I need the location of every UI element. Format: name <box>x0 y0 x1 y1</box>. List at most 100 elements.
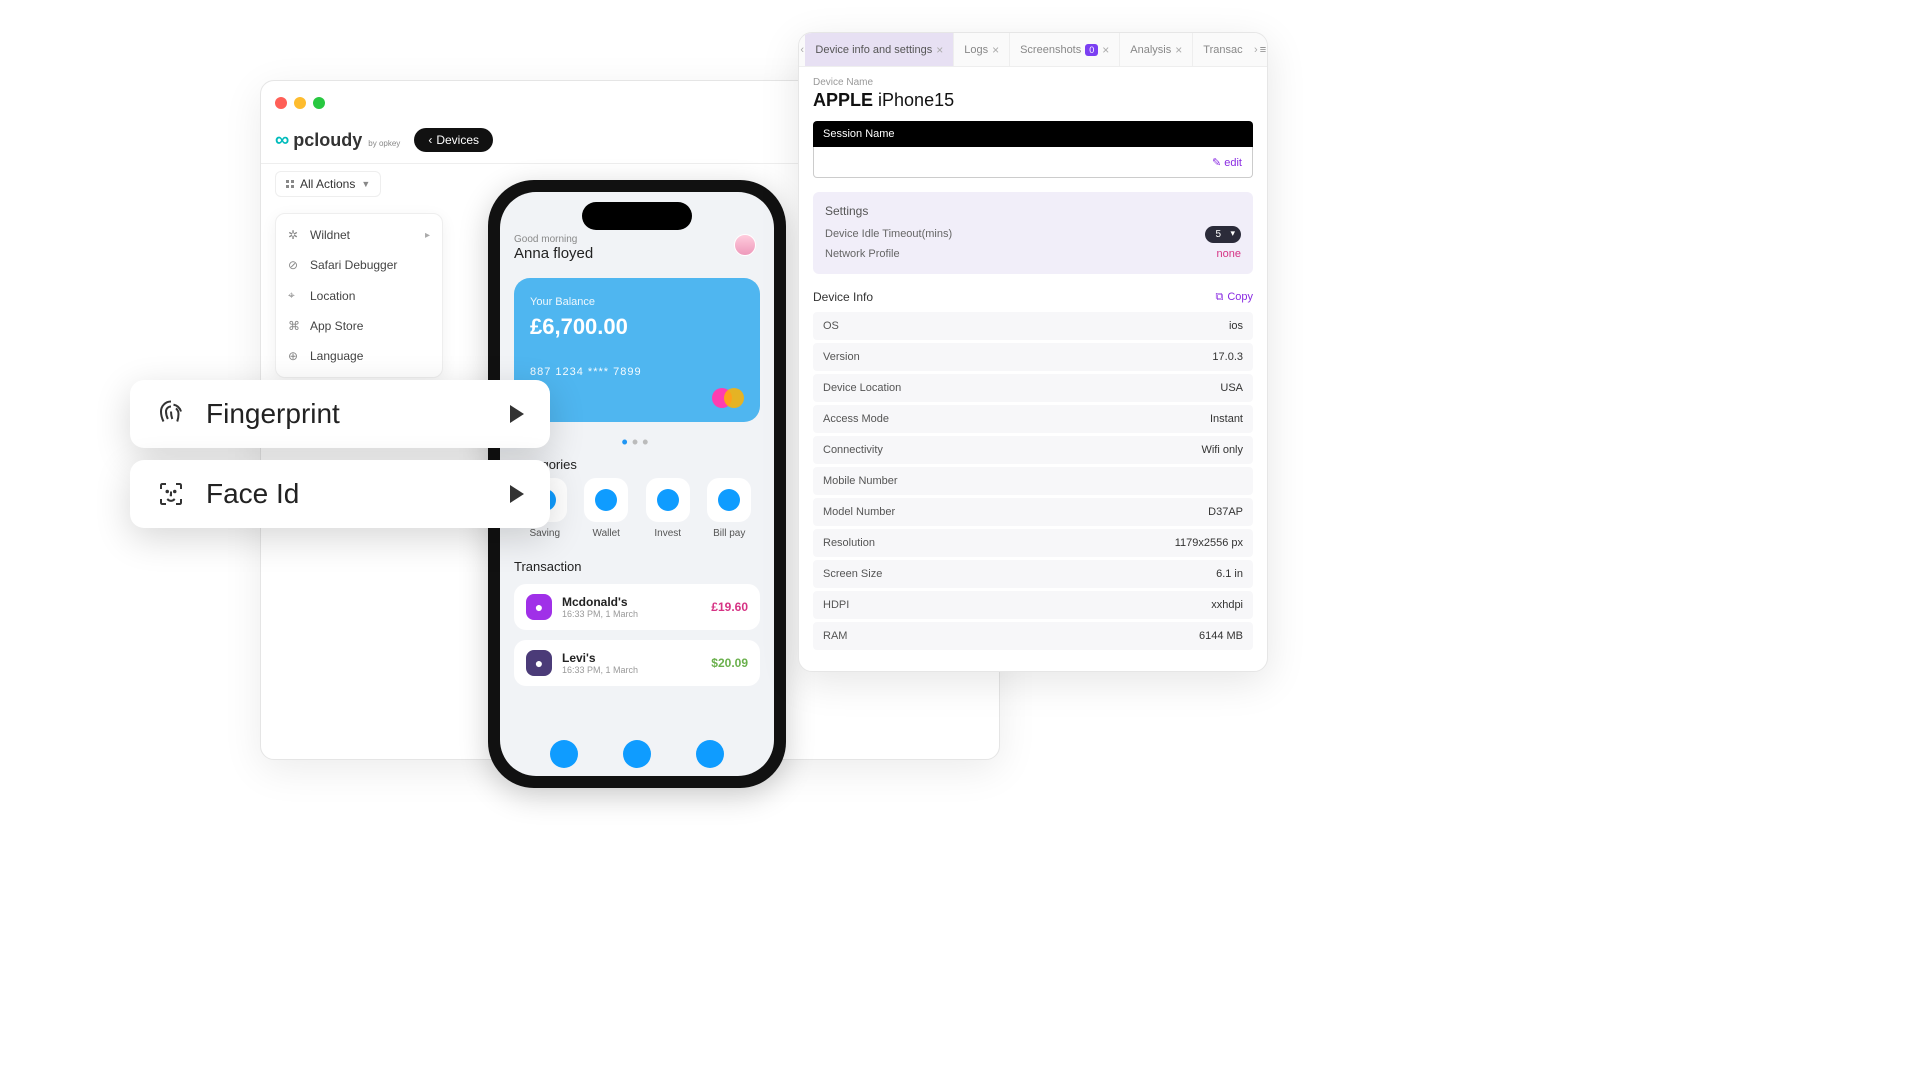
info-value: 6144 MB <box>1199 630 1243 642</box>
quick-action[interactable]: Wallet <box>576 478 638 539</box>
transaction-amount: £19.60 <box>711 600 748 614</box>
setting-label: Network Profile <box>825 248 900 260</box>
action-label: Saving <box>514 528 576 539</box>
copy-icon: ⧉ <box>1215 291 1223 304</box>
balance-value: £6,700.00 <box>530 314 744 340</box>
info-key: Access Mode <box>823 413 889 425</box>
info-value: ios <box>1229 320 1243 332</box>
network-profile-value[interactable]: none <box>1217 248 1241 260</box>
menu-icon: ✲ <box>288 228 302 242</box>
tab-logs[interactable]: Logs × <box>954 33 1010 66</box>
session-name-box: ✎ edit <box>813 147 1253 178</box>
tab-label: Logs <box>964 44 988 56</box>
action-icon <box>584 478 628 522</box>
all-actions-label: All Actions <box>300 177 355 191</box>
info-row: Access ModeInstant <box>813 405 1253 433</box>
chevron-down-icon: ▼ <box>361 179 370 189</box>
menu-icon: ⌖ <box>288 288 302 303</box>
device-name-label: Device Name <box>813 77 1253 88</box>
window-controls <box>275 97 325 109</box>
action-icon <box>707 478 751 522</box>
nav-item[interactable] <box>550 740 578 768</box>
play-icon <box>510 485 524 503</box>
page-indicator[interactable]: ••• <box>514 432 760 453</box>
close-icon[interactable]: × <box>936 43 943 57</box>
tab-transactions[interactable]: Transac <box>1193 33 1252 66</box>
info-row: Resolution1179x2556 px <box>813 529 1253 557</box>
tab-label: Device info and settings <box>815 44 932 56</box>
user-name: Anna floyed <box>514 245 760 262</box>
play-icon <box>510 405 524 423</box>
tab-analysis[interactable]: Analysis × <box>1120 33 1193 66</box>
all-actions-dropdown[interactable]: All Actions ▼ <box>275 171 381 197</box>
info-key: Resolution <box>823 537 875 549</box>
bottom-nav <box>500 740 774 768</box>
faceid-option[interactable]: Face Id <box>130 460 550 528</box>
session-name-header: Session Name <box>813 121 1253 147</box>
mastercard-icon <box>712 388 744 408</box>
brand-logo: ∞ pcloudy by opkey <box>275 129 400 152</box>
menu-label: App Store <box>310 319 363 333</box>
info-key: RAM <box>823 630 847 642</box>
close-icon[interactable]: × <box>1102 43 1109 57</box>
device-brand: APPLE <box>813 90 873 110</box>
panel-tabs: ‹ Device info and settings × Logs × Scre… <box>799 33 1267 67</box>
hamburger-icon[interactable]: ≡ <box>1259 44 1267 56</box>
close-icon[interactable]: × <box>1175 43 1182 57</box>
info-row: Device LocationUSA <box>813 374 1253 402</box>
device-info-section: Device Info ⧉ Copy OSiosVersion17.0.3Dev… <box>813 290 1253 650</box>
brand-subtitle: by opkey <box>368 139 400 148</box>
menu-label: Wildnet <box>310 228 350 242</box>
edit-link[interactable]: ✎ edit <box>1212 157 1242 169</box>
merchant-icon: ● <box>526 650 552 676</box>
devices-button[interactable]: ‹ Devices <box>414 128 493 152</box>
actions-menu: ✲Wildnet▸⊘Safari Debugger⌖Location⌘App S… <box>275 213 443 378</box>
faceid-icon <box>156 479 186 509</box>
balance-card[interactable]: Your Balance £6,700.00 887 1234 **** 789… <box>514 278 760 422</box>
quick-action[interactable]: Bill pay <box>699 478 761 539</box>
merchant-name: Mcdonald's <box>562 595 638 609</box>
close-icon[interactable] <box>275 97 287 109</box>
maximize-icon[interactable] <box>313 97 325 109</box>
tab-device-info[interactable]: Device info and settings × <box>805 33 954 66</box>
nav-item[interactable] <box>623 740 651 768</box>
transaction-row[interactable]: ●Levi's16:33 PM, 1 March$20.09 <box>514 640 760 686</box>
nav-item[interactable] <box>696 740 724 768</box>
close-icon[interactable]: × <box>992 43 999 57</box>
transaction-amount: $20.09 <box>711 656 748 670</box>
count-badge: 0 <box>1085 44 1098 56</box>
tab-screenshots[interactable]: Screenshots 0 × <box>1010 33 1120 66</box>
info-value: Wifi only <box>1201 444 1243 456</box>
quick-action[interactable]: Invest <box>637 478 699 539</box>
setting-label: Device Idle Timeout(mins) <box>825 228 952 240</box>
menu-label: Safari Debugger <box>310 258 397 272</box>
fingerprint-icon <box>156 399 186 429</box>
info-key: Mobile Number <box>823 475 898 487</box>
info-key: Connectivity <box>823 444 883 456</box>
menu-item[interactable]: ⌖ Location <box>276 280 442 311</box>
info-row: Connectivity Wifi only <box>813 436 1253 464</box>
info-key: Model Number <box>823 506 895 518</box>
menu-icon: ⊕ <box>288 349 302 363</box>
merchant-icon: ● <box>526 594 552 620</box>
menu-label: Location <box>310 289 355 303</box>
fingerprint-option[interactable]: Fingerprint <box>130 380 550 448</box>
transaction-row[interactable]: ● Mcdonald's16:33 PM, 1 March £19.60 <box>514 584 760 630</box>
menu-item[interactable]: ⊘Safari Debugger <box>276 250 442 280</box>
dynamic-island-icon <box>582 202 692 230</box>
avatar[interactable] <box>734 234 756 256</box>
idle-timeout-select[interactable]: 5 <box>1205 226 1241 243</box>
info-value: xxhdpi <box>1211 599 1243 611</box>
menu-item[interactable]: ⊕Language <box>276 341 442 371</box>
info-key: HDPI <box>823 599 849 611</box>
minimize-icon[interactable] <box>294 97 306 109</box>
menu-item[interactable]: ⌘App Store <box>276 311 442 341</box>
info-value: D37AP <box>1208 506 1243 518</box>
info-key: Screen Size <box>823 568 882 580</box>
transaction-time: 16:33 PM, 1 March <box>562 609 638 619</box>
menu-item[interactable]: ✲Wildnet▸ <box>276 220 442 250</box>
info-row: Version17.0.3 <box>813 343 1253 371</box>
info-value: USA <box>1220 382 1243 394</box>
copy-button[interactable]: ⧉ Copy <box>1215 291 1253 304</box>
transaction-time: 16:33 PM, 1 March <box>562 665 638 675</box>
